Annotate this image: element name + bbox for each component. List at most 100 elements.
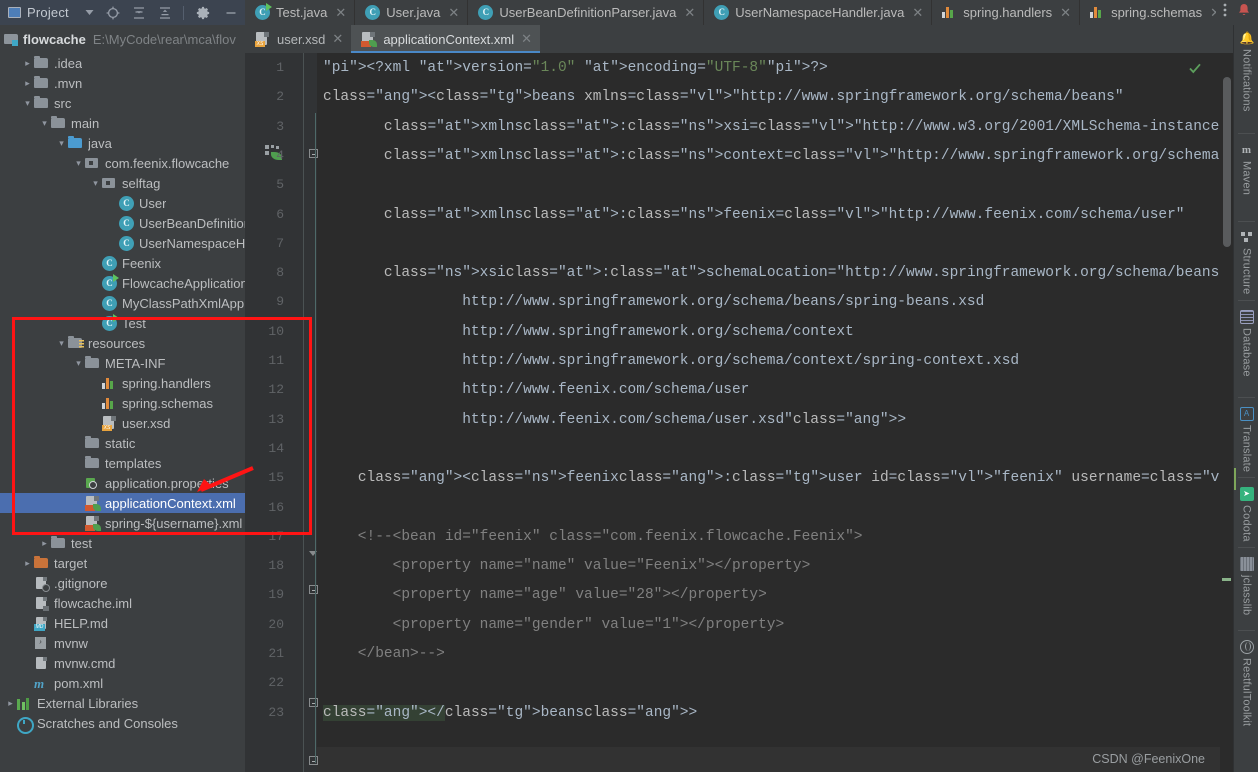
- close-icon[interactable]: ✕: [521, 31, 532, 47]
- code-line[interactable]: "pi"><?xml "at">version="1.0" "at">encod…: [323, 60, 828, 76]
- code-line[interactable]: http://www.springframework.org/schema/be…: [323, 294, 984, 310]
- tree-row[interactable]: ▾ java: [0, 133, 245, 153]
- code-line[interactable]: http://www.feenix.com/schema/user: [323, 382, 749, 398]
- editor-tab[interactable]: XS user.xsd ✕: [245, 25, 351, 53]
- hide-panel-icon[interactable]: [224, 6, 238, 20]
- tool-window-button-structure[interactable]: Structure: [1234, 230, 1258, 294]
- notifications-bell-icon[interactable]: [1237, 3, 1251, 23]
- close-icon[interactable]: ✕: [912, 5, 923, 21]
- code-line[interactable]: class="at">xmlnsclass="at">:class="ns">f…: [323, 207, 1185, 223]
- tree-row[interactable]: ▸ target: [0, 553, 245, 573]
- code-line[interactable]: http://www.springframework.org/schema/co…: [323, 353, 1019, 369]
- file-tab[interactable]: spring.schemas✕: [1080, 0, 1231, 25]
- code-line[interactable]: class="ang"></class="tg">beansclass="ang…: [323, 704, 697, 721]
- file-tab[interactable]: C Test.java ✕: [245, 0, 356, 25]
- close-icon[interactable]: ✕: [332, 31, 343, 47]
- tree-row[interactable]: C User: [0, 193, 245, 213]
- code-line[interactable]: <property name="name" value="Feenix"></p…: [323, 558, 811, 574]
- locate-icon[interactable]: [106, 6, 120, 20]
- tree-row[interactable]: ▾ main: [0, 113, 245, 133]
- chevron-right-icon[interactable]: ▸: [21, 58, 34, 68]
- code-folding-column[interactable]: [309, 53, 323, 772]
- project-tree[interactable]: ▸ .idea ▸ .mvn ▾ src ▾ main ▾ java ▾ com.feenix.flo…: [0, 53, 245, 772]
- tree-row[interactable]: › mvnw: [0, 633, 245, 653]
- code-line[interactable]: http://www.feenix.com/schema/user.xsd"cl…: [323, 412, 906, 428]
- tree-row[interactable]: ▸ test: [0, 533, 245, 553]
- tree-row[interactable]: C UserBeanDefinitionl: [0, 213, 245, 233]
- tree-row[interactable]: ▾ resources: [0, 333, 245, 353]
- tool-window-button-maven[interactable]: Maven m: [1234, 143, 1258, 195]
- fold-marker-comment[interactable]: [309, 585, 318, 594]
- tree-row[interactable]: flowcache.iml: [0, 593, 245, 613]
- tree-row[interactable]: mvnw.cmd: [0, 653, 245, 673]
- file-tab[interactable]: C UserBeanDefinitionParser.java ✕: [468, 0, 705, 25]
- chevron-right-icon[interactable]: ▸: [38, 538, 51, 548]
- editor-scrollbar[interactable]: [1220, 53, 1233, 772]
- expand-all-icon[interactable]: [132, 6, 146, 20]
- tree-row[interactable]: Scratches and Consoles: [0, 713, 245, 734]
- code-line[interactable]: class="ns">xsiclass="at">:class="at">sch…: [323, 265, 1219, 281]
- code-line[interactable]: <property name="age" value="28"></proper…: [323, 587, 767, 603]
- tree-row[interactable]: application.properties: [0, 473, 245, 493]
- inspection-status-icon[interactable]: [1188, 61, 1202, 78]
- project-root-row[interactable]: flowcache E:\MyCode\rear\mca\flov: [0, 25, 245, 53]
- tree-row[interactable]: m pom.xml: [0, 673, 245, 693]
- code-content[interactable]: "pi"><?xml "at">version="1.0" "at">encod…: [323, 53, 1233, 772]
- gear-icon[interactable]: [196, 6, 210, 20]
- fold-marker-comment-end[interactable]: [309, 698, 318, 707]
- tree-row[interactable]: spring.schemas: [0, 393, 245, 413]
- chevron-right-icon[interactable]: ▸: [4, 698, 17, 708]
- more-vertical-icon[interactable]: [1223, 2, 1227, 23]
- fold-marker-beans-end[interactable]: [309, 756, 318, 765]
- chevron-right-icon[interactable]: ▸: [21, 78, 34, 88]
- code-line[interactable]: </bean>-->: [323, 646, 445, 662]
- chevron-down-icon[interactable]: ▾: [38, 118, 51, 128]
- file-tab[interactable]: C User.java ✕: [355, 0, 469, 25]
- tree-row[interactable]: spring.handlers: [0, 373, 245, 393]
- tree-row[interactable]: spring-${username}.xml: [0, 513, 245, 533]
- file-tab[interactable]: spring.handlers ✕: [932, 0, 1081, 25]
- chevron-down-icon[interactable]: ▾: [21, 98, 34, 108]
- tree-row[interactable]: C Test: [0, 313, 245, 333]
- scrollbar-thumb[interactable]: [1223, 77, 1231, 247]
- code-editor[interactable]: 1 2 3 4 5 6 7 8 9 10 11 12 13 14 15 16 17 18 19 20 21 22 23 "p…: [245, 53, 1233, 772]
- tree-row[interactable]: ▾ src: [0, 93, 245, 113]
- tree-row[interactable]: XS user.xsd: [0, 413, 245, 433]
- chevron-right-icon[interactable]: ▸: [21, 558, 34, 568]
- tree-row[interactable]: C Feenix: [0, 253, 245, 273]
- chevron-down-icon[interactable]: ▾: [72, 158, 85, 168]
- collapse-all-icon[interactable]: [158, 6, 172, 20]
- close-icon[interactable]: ✕: [335, 5, 346, 21]
- close-icon[interactable]: ✕: [684, 5, 695, 21]
- tree-row[interactable]: ▸ .mvn: [0, 73, 245, 93]
- project-dropdown-icon[interactable]: [85, 8, 94, 17]
- tree-row[interactable]: ▸ External Libraries: [0, 693, 245, 713]
- file-tab[interactable]: C UserNamespaceHandler.java ✕: [704, 0, 933, 25]
- fold-arrow-icon[interactable]: [309, 551, 318, 560]
- tree-row[interactable]: ▾ com.feenix.flowcache: [0, 153, 245, 173]
- tree-row[interactable]: applicationContext.xml: [0, 493, 245, 513]
- tree-row[interactable]: C UserNamespaceHar: [0, 233, 245, 253]
- tool-window-button-database[interactable]: Database: [1234, 310, 1258, 377]
- chevron-down-icon[interactable]: ▾: [72, 358, 85, 368]
- tree-row[interactable]: ▸ .idea: [0, 53, 245, 73]
- close-icon[interactable]: ✕: [448, 5, 459, 21]
- chevron-down-icon[interactable]: ▾: [55, 138, 68, 148]
- tool-window-button-notifications[interactable]: Notifications 🔔: [1234, 31, 1258, 112]
- tree-row[interactable]: .gitignore: [0, 573, 245, 593]
- tree-row[interactable]: ▾ selftag: [0, 173, 245, 193]
- tree-row[interactable]: C MyClassPathXmlApplic: [0, 293, 245, 313]
- chevron-down-icon[interactable]: ▾: [55, 338, 68, 348]
- tool-window-button-restfultoolkit[interactable]: RestfulToolkit: [1234, 640, 1258, 726]
- tool-window-button-jclasslib[interactable]: jclasslib: [1234, 557, 1258, 615]
- tree-row[interactable]: MD HELP.md: [0, 613, 245, 633]
- fold-marker-beans[interactable]: [309, 149, 318, 158]
- close-icon[interactable]: ✕: [1060, 5, 1071, 21]
- tool-window-button-translate[interactable]: Translate A: [1234, 407, 1258, 472]
- editor-tab[interactable]: applicationContext.xml ✕: [351, 25, 541, 53]
- code-line[interactable]: <!--<bean id="feenix" class="com.feenix.…: [323, 529, 863, 545]
- tree-row[interactable]: C FlowcacheApplication: [0, 273, 245, 293]
- tool-window-button-codota[interactable]: Codota ➤: [1234, 487, 1258, 542]
- code-line[interactable]: class="ang"><class="tg">beans xmlns=clas…: [323, 89, 1124, 105]
- chevron-down-icon[interactable]: ▾: [89, 178, 102, 188]
